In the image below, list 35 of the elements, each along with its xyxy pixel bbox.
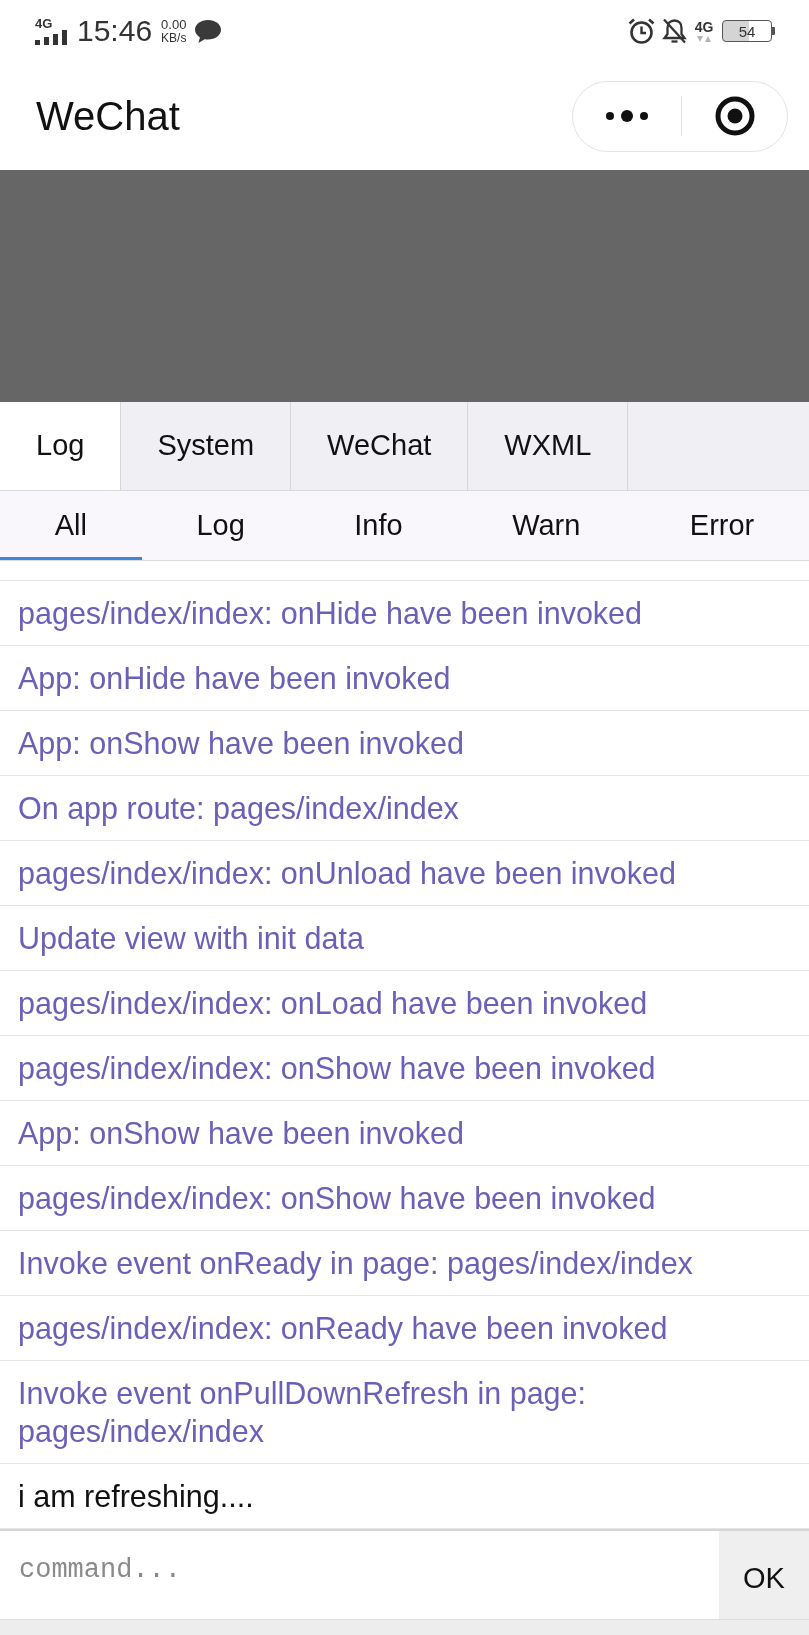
clock-time: 15:46 [77, 14, 153, 48]
panel-tab[interactable]: Log [0, 402, 122, 490]
alarm-clock-icon [628, 18, 655, 44]
log-entry: App: onShow have been invoked [0, 1101, 809, 1166]
bell-off-icon [662, 17, 687, 45]
filter-tab[interactable]: Error [635, 491, 809, 560]
log-entry: pages/index/index: onShow have been invoked [0, 1036, 809, 1101]
more-dots-icon [606, 110, 648, 122]
log-entry: Invoke event onPullDownRefresh in page: pages/index/index [0, 1361, 809, 1464]
signal-icon [35, 30, 69, 45]
network-label: 4G [35, 17, 53, 30]
log-entry: Update view with init data [0, 906, 809, 971]
log-entry: pages/index/index: onHide have been invoked [0, 581, 809, 646]
log-entry: App: onHide have been invoked [0, 646, 809, 711]
battery-indicator: 54 [722, 20, 775, 42]
log-entry: Invoke event onReady in page: pages/index/index [0, 1231, 809, 1296]
log-entry: App: onShow have been invoked [0, 711, 809, 776]
target-icon [714, 96, 755, 136]
log-entry: i am refreshing.... [0, 1464, 809, 1529]
ok-button[interactable]: OK [719, 1531, 809, 1619]
filter-tab[interactable]: Info [299, 491, 458, 560]
filter-tab[interactable]: Warn [457, 491, 636, 560]
log-entry: On app route: pages/index/index [0, 776, 809, 841]
log-entry: pages/index/index: onLoad have been invoked [0, 971, 809, 1036]
speed-unit: KB/s [161, 31, 187, 45]
chat-bubble-icon [195, 19, 222, 43]
speed-value: 0.00 [161, 17, 187, 32]
log-entry: pages/index/index: onShow have been invoked [0, 1166, 809, 1231]
filter-tab[interactable]: Log [141, 491, 300, 560]
log-entry: pages/index/index: onReady have been invoked [0, 1296, 809, 1361]
log-entry: pages/index/index: onUnload have been invoked [0, 841, 809, 906]
data-network-label: 4G [694, 19, 714, 35]
data-arrows-icon [697, 34, 711, 43]
page-title: WeChat [36, 93, 180, 139]
filter-tab[interactable]: All [0, 491, 142, 560]
